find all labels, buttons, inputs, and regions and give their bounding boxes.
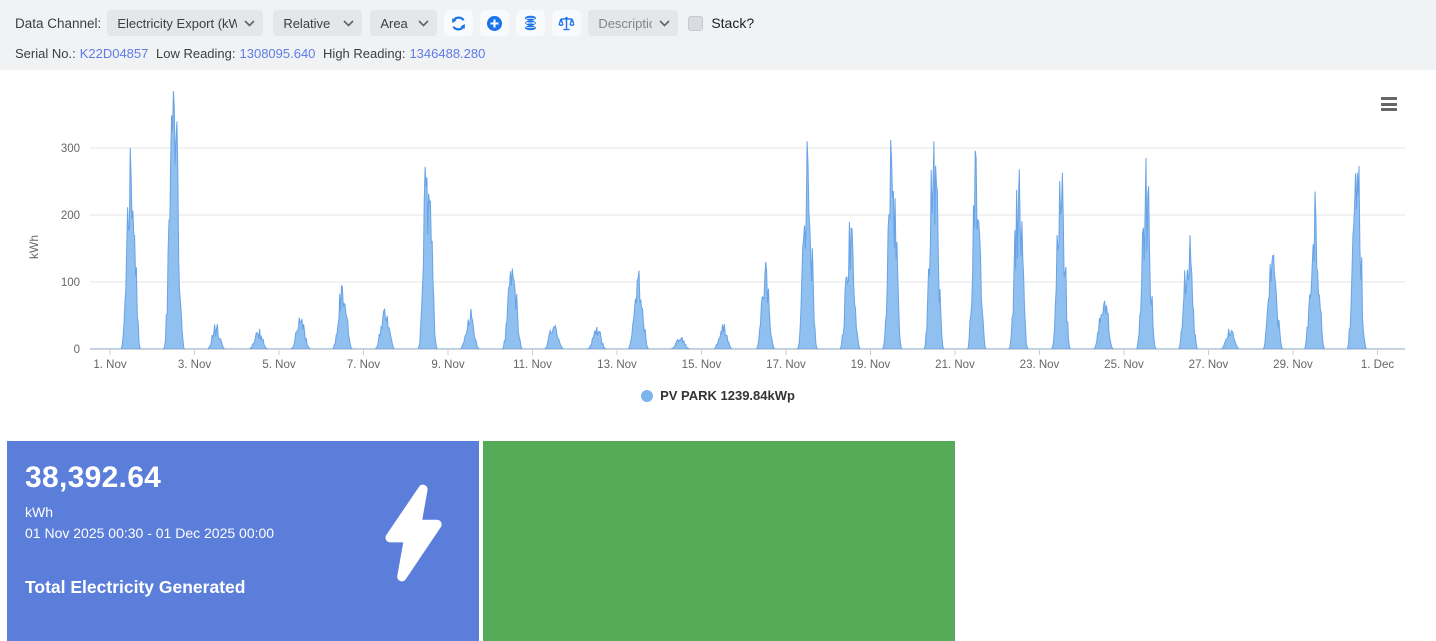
database-button[interactable] <box>516 10 545 36</box>
x-axis-tick-label: 25. Nov <box>1104 359 1144 371</box>
stack-checkbox-label: Stack? <box>711 15 754 31</box>
total-electricity-generated-card: 38,392.64 kWh 01 Nov 2025 00:30 - 01 Dec… <box>7 441 479 641</box>
serial-value-link[interactable]: K22D04857 <box>80 46 149 61</box>
refresh-button[interactable] <box>444 10 473 36</box>
data-channel-label: Data Channel: <box>15 16 101 31</box>
stack-checkbox[interactable] <box>688 16 703 31</box>
chevron-down-icon <box>244 20 255 27</box>
hamburger-menu-icon <box>1381 97 1397 111</box>
chart-type-select[interactable]: Area <box>370 10 437 36</box>
x-axis-tick-label: 9. Nov <box>431 359 464 371</box>
refresh-icon <box>450 15 467 32</box>
toolbar: Data Channel: Electricity Export (kWh) R… <box>0 0 1436 70</box>
x-axis-tick-label: 19. Nov <box>851 359 891 371</box>
chevron-down-icon <box>659 20 670 27</box>
low-reading-value[interactable]: 1308095.640 <box>240 46 316 61</box>
y-axis-title: kWh <box>27 235 41 259</box>
x-axis-tick-label: 7. Nov <box>347 359 380 371</box>
legend-item-pv-park[interactable]: PV PARK 1239.84kWp <box>0 388 1436 403</box>
legend-marker-icon <box>641 390 653 402</box>
y-axis-tick-label: 100 <box>61 277 80 289</box>
x-axis-tick-label: 13. Nov <box>597 359 637 371</box>
description-select[interactable]: Description <box>588 10 678 36</box>
add-button[interactable] <box>480 10 509 36</box>
data-channel-select[interactable]: Electricity Export (kWh) <box>107 10 263 36</box>
meter-meta-row: Serial No.: K22D04857 Low Reading: 1308095… <box>15 46 489 61</box>
x-axis-tick-label: 17. Nov <box>766 359 806 371</box>
pv-generation-chart: 0 100 200 300 kWh 1. Nov 3. Nov 5. Nov 7. Nov 9. … <box>0 75 1436 415</box>
toolbar-controls: Data Channel: Electricity Export (kWh) R… <box>15 10 754 36</box>
chart-context-menu-button[interactable] <box>1381 97 1397 114</box>
legend-label: PV PARK 1239.84kWp <box>660 388 795 403</box>
pv-park-area-series[interactable] <box>90 91 1405 349</box>
y-axis-tick-label: 300 <box>61 143 80 155</box>
x-axis-tick-label: 29. Nov <box>1273 359 1313 371</box>
x-axis-tick-label: 1. Dec <box>1361 359 1394 371</box>
aggregation-selected-value: Relative <box>283 16 330 31</box>
add-circle-icon <box>486 15 503 32</box>
x-axis-tick-label: 3. Nov <box>178 359 211 371</box>
x-axis-tick-label: 11. Nov <box>513 359 552 371</box>
high-reading-label: High Reading: <box>323 46 405 61</box>
x-axis-tick-label: 23. Nov <box>1020 359 1060 371</box>
x-axis-tick-label: 15. Nov <box>682 359 722 371</box>
lightning-bolt-icon <box>373 483 451 588</box>
generated-card-title: Total Electricity Generated <box>25 577 245 598</box>
data-channel-selected-value: Electricity Export (kWh) <box>117 16 237 31</box>
secondary-kpi-card <box>483 441 955 641</box>
aggregation-select[interactable]: Relative <box>273 10 362 36</box>
low-reading-label: Low Reading: <box>156 46 236 61</box>
x-axis-tick-label: 5. Nov <box>262 359 295 371</box>
area-chart-plot: 0 100 200 300 kWh 1. Nov 3. Nov 5. Nov 7. Nov 9. … <box>0 75 1436 375</box>
y-axis-tick-label: 0 <box>74 344 80 356</box>
description-selected-value: Description <box>598 16 652 31</box>
scale-button[interactable] <box>552 10 581 36</box>
y-axis-tick-label: 200 <box>61 210 80 222</box>
scale-icon <box>558 15 575 32</box>
x-axis-tick-label: 1. Nov <box>93 359 126 371</box>
x-axis-tick-label: 27. Nov <box>1189 359 1229 371</box>
high-reading-value[interactable]: 1346488.280 <box>409 46 485 61</box>
chevron-down-icon <box>343 20 354 27</box>
x-axis-tick-label: 21. Nov <box>935 359 975 371</box>
chart-type-selected-value: Area <box>380 16 407 31</box>
chevron-down-icon <box>418 20 429 27</box>
serial-label: Serial No.: <box>15 46 76 61</box>
database-icon <box>523 15 538 32</box>
